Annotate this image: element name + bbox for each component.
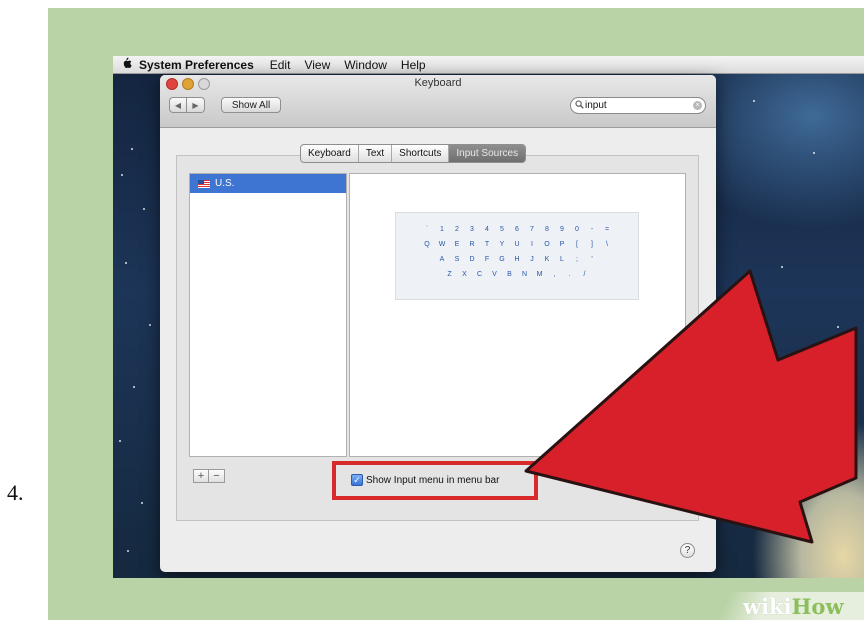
step-number: 4.	[7, 480, 24, 505]
wikihow-logo-how: How	[791, 593, 844, 619]
red-arrow-annotation	[524, 269, 858, 544]
wikihow-logo: wiki How	[743, 592, 844, 620]
illustration-frame: System Preferences Edit View Window Help…	[48, 8, 864, 620]
wikihow-logo-wiki: wiki	[743, 593, 792, 619]
